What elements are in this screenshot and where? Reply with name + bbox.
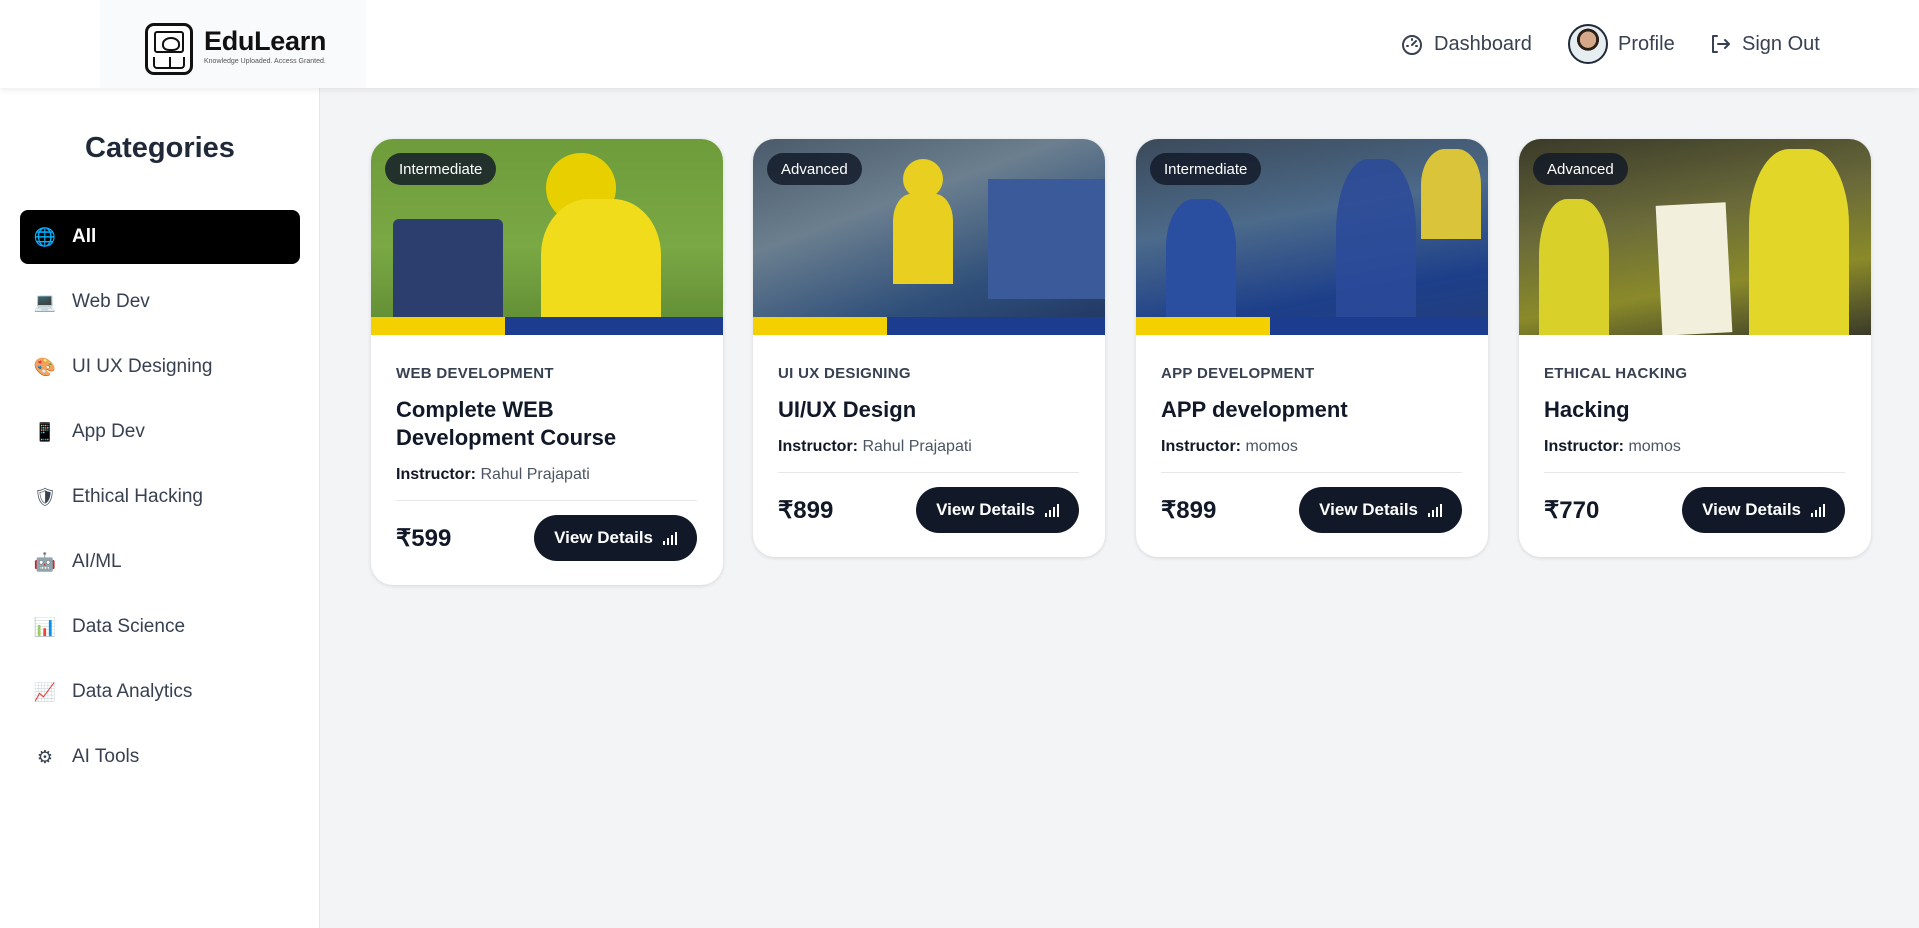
instructor-label: Instructor: — [1161, 438, 1241, 455]
level-badge: Intermediate — [385, 153, 497, 185]
instructor-name: Rahul Prajapati — [862, 438, 972, 455]
category-label: All — [72, 226, 97, 247]
signal-bars-icon — [1428, 503, 1442, 517]
course-category: ETHICAL HACKING — [1544, 365, 1688, 382]
gear-icon: ⚙ — [36, 747, 54, 767]
top-header: EduLearn Knowledge Uploaded. Access Gran… — [0, 0, 1919, 88]
instructor-name: momos — [1628, 438, 1681, 455]
scoreboard-strip — [753, 317, 1105, 335]
level-badge: Intermediate — [1150, 153, 1262, 185]
category-label: Web Dev — [72, 291, 150, 312]
sign-out-icon — [1712, 35, 1730, 53]
level-badge: Advanced — [1533, 153, 1628, 185]
course-title[interactable]: Hacking — [1544, 396, 1845, 424]
course-price: ₹599 — [396, 524, 452, 552]
view-details-button[interactable]: View Details — [534, 515, 697, 561]
course-category: APP DEVELOPMENT — [1161, 365, 1315, 382]
category-item-ai-tools[interactable]: ⚙ AI Tools — [20, 730, 300, 784]
nav-profile[interactable]: Profile — [1568, 24, 1675, 64]
view-details-label: View Details — [1319, 500, 1418, 519]
category-label: App Dev — [72, 421, 145, 442]
instructor-label: Instructor: — [778, 438, 858, 455]
category-item-ai-ml[interactable]: 🤖 AI/ML — [20, 535, 300, 589]
view-details-button[interactable]: View Details — [916, 487, 1079, 533]
dashboard-gauge-icon — [1402, 35, 1422, 55]
view-details-label: View Details — [936, 500, 1035, 519]
score-graphic — [393, 219, 503, 329]
level-badge: Advanced — [767, 153, 862, 185]
course-title[interactable]: Complete WEB Development Course — [396, 396, 697, 452]
nav-signout-label: Sign Out — [1742, 32, 1820, 55]
sidebar-title: Categories — [85, 132, 235, 164]
view-details-button[interactable]: View Details — [1299, 487, 1462, 533]
category-label: Ethical Hacking — [72, 486, 203, 507]
category-item-data-science[interactable]: 📊 Data Science — [20, 600, 300, 654]
edulearn-logo-icon[interactable] — [145, 23, 193, 75]
course-title[interactable]: APP development — [1161, 396, 1462, 424]
laptop-icon: 💻 — [33, 292, 57, 312]
category-label: AI/ML — [72, 551, 122, 572]
view-details-label: View Details — [554, 528, 653, 547]
scoreboard-strip — [1136, 317, 1488, 335]
category-sidebar: Categories 🌐 All 💻 Web Dev 🎨 UI UX Desig… — [0, 88, 320, 928]
category-item-web-dev[interactable]: 💻 Web Dev — [20, 275, 300, 329]
instructor-label: Instructor: — [1544, 438, 1624, 455]
course-instructor: Instructor: Rahul Prajapati — [396, 466, 697, 501]
course-card[interactable]: Intermediate APP DEVELOPMENT APP develop… — [1136, 139, 1488, 557]
scoreboard-strip — [371, 317, 723, 335]
course-thumbnail[interactable]: Intermediate — [371, 139, 723, 335]
course-title[interactable]: UI/UX Design — [778, 396, 1079, 424]
instructor-name: Rahul Prajapati — [480, 466, 590, 483]
course-thumbnail[interactable]: Intermediate — [1136, 139, 1488, 335]
bar-chart-icon: 📊 — [33, 617, 57, 637]
course-thumbnail[interactable]: Advanced — [753, 139, 1105, 335]
brand-tagline: Knowledge Uploaded. Access Granted. — [204, 58, 326, 65]
category-item-data-analytics[interactable]: 📈 Data Analytics — [20, 665, 300, 719]
category-item-ui-ux[interactable]: 🎨 UI UX Designing — [20, 340, 300, 394]
category-label: UI UX Designing — [72, 356, 213, 377]
category-label: AI Tools — [72, 746, 140, 767]
palette-icon: 🎨 — [33, 357, 57, 377]
course-card[interactable]: Intermediate WEB DEVELOPMENT Complete WE… — [371, 139, 723, 585]
line-chart-icon: 📈 — [33, 682, 57, 702]
category-item-ethical-hacking[interactable]: 🛡 Ethical Hacking — [20, 470, 300, 524]
view-details-label: View Details — [1702, 500, 1801, 519]
category-item-app-dev[interactable]: 📱 App Dev — [20, 405, 300, 459]
instructor-name: momos — [1245, 438, 1298, 455]
category-label: Data Science — [72, 616, 186, 637]
globe-icon: 🌐 — [33, 227, 57, 247]
nav-profile-label: Profile — [1618, 32, 1675, 55]
instructor-label: Instructor: — [396, 466, 476, 483]
course-instructor: Instructor: Rahul Prajapati — [778, 438, 1079, 473]
nav-dashboard[interactable]: Dashboard — [1400, 26, 1532, 62]
course-price: ₹770 — [1544, 496, 1600, 524]
course-price: ₹899 — [1161, 496, 1217, 524]
course-category: UI UX DESIGNING — [778, 365, 911, 382]
mobile-icon: 📱 — [33, 422, 57, 442]
course-category: WEB DEVELOPMENT — [396, 365, 554, 382]
brand-name[interactable]: EduLearn — [204, 26, 326, 57]
category-label: Data Analytics — [72, 681, 193, 702]
course-card[interactable]: Advanced ETHICAL HACKING Hacking Instruc… — [1519, 139, 1871, 557]
signal-bars-icon — [1045, 503, 1059, 517]
avatar — [1568, 24, 1608, 64]
view-details-button[interactable]: View Details — [1682, 487, 1845, 533]
stand-graphic — [988, 179, 1105, 299]
course-instructor: Instructor: momos — [1544, 438, 1845, 473]
signal-bars-icon — [663, 531, 677, 545]
fan-placard — [1655, 202, 1733, 335]
nav-dashboard-label: Dashboard — [1434, 32, 1532, 55]
shield-icon: 🛡 — [33, 487, 57, 507]
signal-bars-icon — [1811, 503, 1825, 517]
nav-signout[interactable]: Sign Out — [1708, 26, 1820, 62]
course-instructor: Instructor: momos — [1161, 438, 1462, 473]
course-card[interactable]: Advanced UI UX DESIGNING UI/UX Design In… — [753, 139, 1105, 557]
robot-icon: 🤖 — [33, 552, 57, 572]
category-item-all[interactable]: 🌐 All — [20, 210, 300, 264]
course-thumbnail[interactable]: Advanced — [1519, 139, 1871, 335]
course-price: ₹899 — [778, 496, 834, 524]
